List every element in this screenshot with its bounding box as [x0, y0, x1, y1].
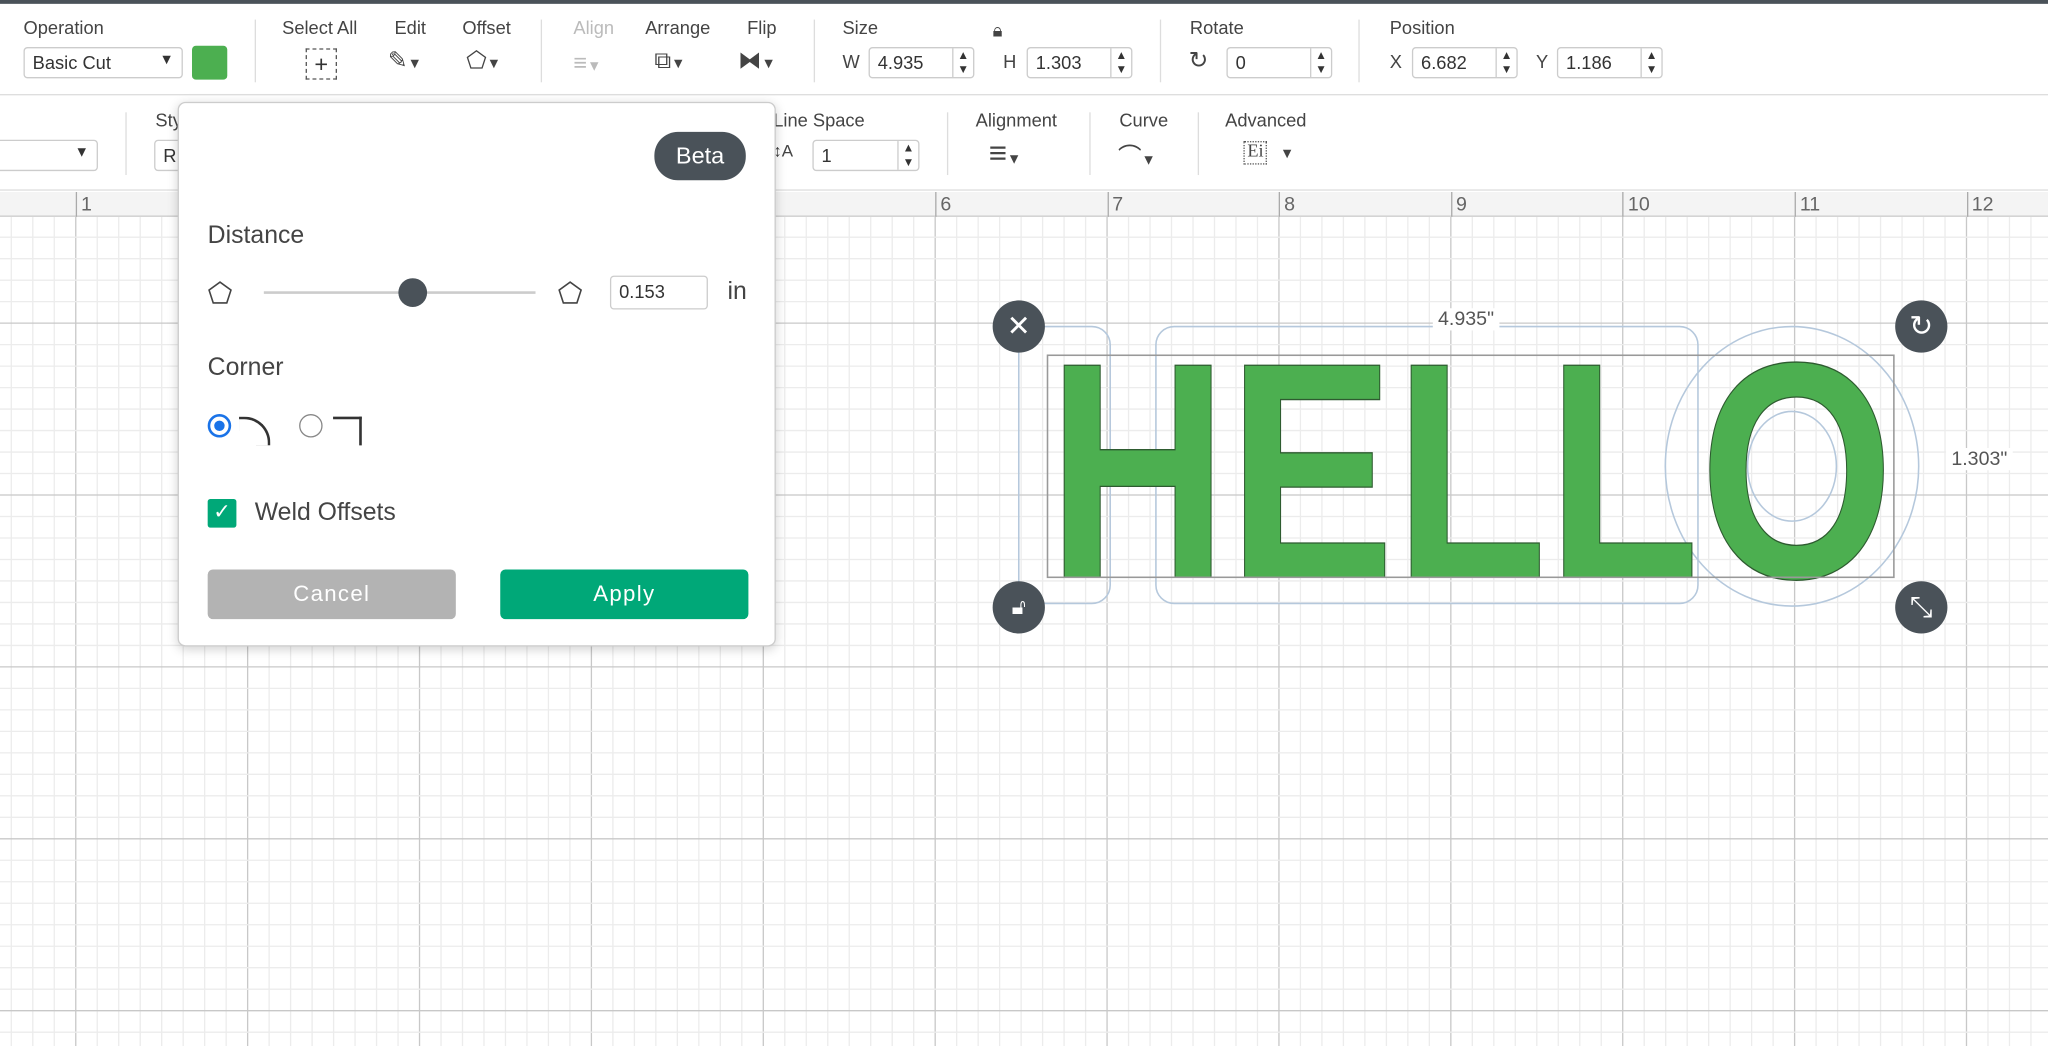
apply-button[interactable]: Apply — [500, 569, 749, 620]
square-corner-icon — [333, 416, 362, 446]
hello-text: HELLO — [1048, 299, 1894, 643]
distance-label: Distance — [207, 222, 305, 250]
weld-offsets-label: Weld Offsets — [254, 498, 396, 527]
offset-small-icon: ⬠ — [207, 276, 233, 310]
corner-label: Corner — [207, 353, 284, 382]
corner-square-radio[interactable] — [299, 414, 323, 438]
unit-label: in — [727, 278, 747, 306]
distance-slider-thumb[interactable] — [398, 278, 428, 307]
cancel-button[interactable]: Cancel — [207, 569, 456, 620]
resize-handle-icon[interactable]: ⤡ — [1895, 581, 1948, 634]
corner-rounded-radio[interactable] — [207, 414, 232, 438]
distance-input[interactable]: 0.153 — [609, 275, 708, 310]
delete-handle-close-icon[interactable]: ✕ — [992, 300, 1045, 353]
height-dimension: 1.303" — [1946, 447, 2013, 471]
lock-handle-icon[interactable]: 🔓︎ — [992, 581, 1045, 634]
width-dimension: 4.935" — [1432, 308, 1500, 331]
offset-large-icon: ⬠ — [557, 276, 583, 310]
rounded-corner-icon — [239, 416, 271, 446]
beta-badge: Beta — [654, 131, 746, 181]
weld-offsets-checkbox[interactable]: ✓ — [207, 498, 237, 528]
offset-panel: Beta Distance ⬠ ⬠ 0.153 in Corner ✓ Weld… — [177, 101, 776, 647]
rotate-handle-icon[interactable]: ↻ — [1895, 300, 1948, 353]
distance-value: 0.153 — [619, 280, 665, 302]
